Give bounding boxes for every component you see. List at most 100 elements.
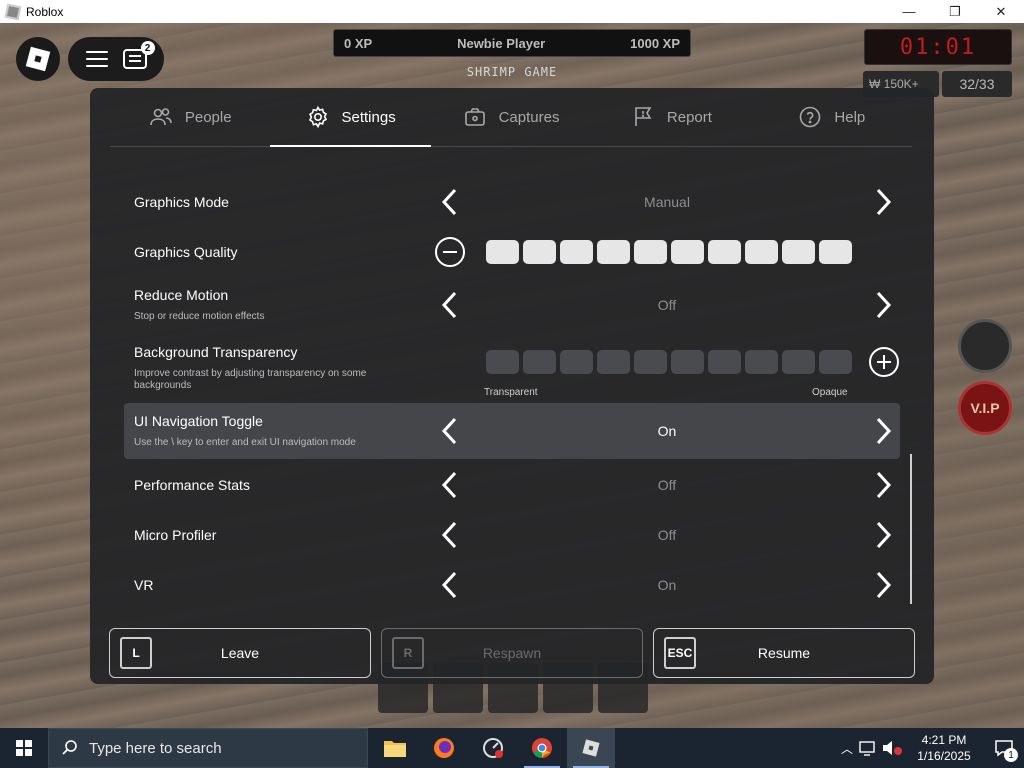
topbar-menu-pill: 2 [68,37,164,81]
reduce-motion-subtitle: Stop or reduce motion effects [134,311,265,322]
tab-captures[interactable]: Captures [431,88,591,146]
firefox-app[interactable] [420,728,468,768]
clock-time: 4:21 PM [921,733,967,747]
roblox-logo-icon [25,46,51,72]
camera-icon [464,108,485,126]
respawn-keycap: R [392,637,424,669]
tab-label: Report [666,108,712,126]
vr-next-button[interactable] [868,567,898,603]
chevron-left-icon [441,188,457,216]
round-timer: 01:01 [864,29,1012,65]
micro-profiler-next-button[interactable] [868,517,898,553]
respawn-button[interactable]: R Respawn [381,628,643,678]
leave-button[interactable]: L Leave [109,628,371,678]
maximize-button[interactable]: ❐ [932,0,978,23]
settings-scrollbar[interactable] [910,454,912,604]
reduce-motion-next-button[interactable] [868,287,898,323]
clock-date: 1/16/2025 [917,749,971,763]
leave-keycap: L [120,637,152,669]
vr-prev-button[interactable] [435,567,465,603]
xp-target: 1000 XP [630,35,680,51]
chevron-right-icon [876,291,892,319]
background-transparency-title: Background Transparency [134,344,298,360]
vr-value: On [657,577,677,593]
tab-report[interactable]: Report [591,88,751,146]
performance-stats-title: Performance Stats [134,477,250,493]
help-icon [800,106,821,128]
chrome-app[interactable] [518,728,566,768]
file-explorer-app[interactable] [371,728,419,768]
taskbar-clock[interactable]: 4:21 PM 1/16/2025 [904,732,984,764]
roblox-app-icon [4,3,22,20]
tab-settings[interactable]: Settings [270,88,432,147]
gear-icon [308,105,327,129]
chevron-right-icon [876,188,892,216]
background-transparency-subtitle: Improve contrast by adjusting transparen… [134,368,367,391]
game-viewport: 2 0 XP Newbie Player 1000 XP SHRIMP GAME… [0,23,1024,728]
player-count: 32/33 [942,71,1012,97]
graphics-mode-prev-button[interactable] [435,184,465,220]
xp-bar: 0 XP Newbie Player 1000 XP [333,29,691,57]
performance-stats-next-button[interactable] [868,467,898,503]
search-placeholder: Type here to search [89,739,222,757]
chevron-right-icon [876,571,892,599]
roblox-menu-button[interactable] [16,37,60,81]
graphics-quality-slider[interactable] [486,240,852,264]
hamburger-menu-icon[interactable] [85,51,108,67]
notification-center-button[interactable]: 1 [984,728,1024,768]
avatar[interactable] [958,319,1012,373]
volume-muted-icon[interactable] [880,739,904,757]
chrome-icon [532,738,552,758]
window-titlebar: Roblox — ❐ ✕ [0,0,1024,23]
tab-help[interactable]: Help [752,88,912,146]
system-tray: ︿ 4:21 PM 1/16/2025 1 [836,728,1024,768]
windows-taskbar: Type here to search ︿ 4:21 PM 1/16/2025 … [0,728,1024,768]
roblox-icon [582,739,600,757]
start-button[interactable] [0,728,48,768]
slider-max-label: Opaque [812,387,848,398]
roblox-app[interactable] [567,728,615,768]
close-button[interactable]: ✕ [978,0,1024,23]
setting-ui-navigation-row[interactable]: UI Navigation Toggle Use the \ key to en… [124,403,900,459]
search-icon [62,740,77,755]
tab-label: People [184,108,232,126]
chat-count-badge: 2 [140,41,155,55]
notification-count: 1 [1004,748,1018,762]
game-title: SHRIMP GAME [466,65,558,79]
vr-title: VR [134,577,154,593]
recording-app[interactable] [469,728,517,768]
chevron-right-icon [876,417,892,445]
background-transparency-slider[interactable] [486,350,852,374]
micro-profiler-title: Micro Profiler [134,527,217,543]
ui-navigation-title: UI Navigation Toggle [134,413,263,429]
xp-current: 0 XP [344,35,373,51]
micro-profiler-prev-button[interactable] [435,517,465,553]
network-icon[interactable] [858,739,880,757]
firefox-icon [434,738,454,758]
resume-keycap: ESC [664,637,696,669]
chevron-right-icon [876,471,892,499]
people-icon [150,108,172,126]
taskbar-search[interactable]: Type here to search [48,728,368,768]
chevron-left-icon [441,291,457,319]
graphics-quality-decrease-button[interactable] [435,237,465,267]
menu-tabs: People Settings Captures Report Help [110,88,912,147]
performance-stats-prev-button[interactable] [435,467,465,503]
resume-button[interactable]: ESC Resume [653,628,915,678]
minimize-button[interactable]: — [886,0,932,23]
ui-navigation-next-button[interactable] [868,413,898,449]
graphics-mode-next-button[interactable] [868,184,898,220]
background-transparency-increase-button[interactable] [869,347,899,377]
chat-icon[interactable]: 2 [122,41,155,69]
tab-label: Captures [498,108,560,126]
chevron-up-icon[interactable]: ︿ [836,740,858,757]
slider-min-label: Transparent [484,387,538,398]
vip-button[interactable]: V.I.P [958,381,1012,435]
tab-people[interactable]: People [110,88,270,146]
ui-navigation-prev-button[interactable] [435,413,465,449]
window-title: Roblox [26,4,64,19]
reduce-motion-value: Off [657,297,677,313]
chevron-left-icon [441,571,457,599]
folder-icon [384,741,406,757]
reduce-motion-prev-button[interactable] [435,287,465,323]
